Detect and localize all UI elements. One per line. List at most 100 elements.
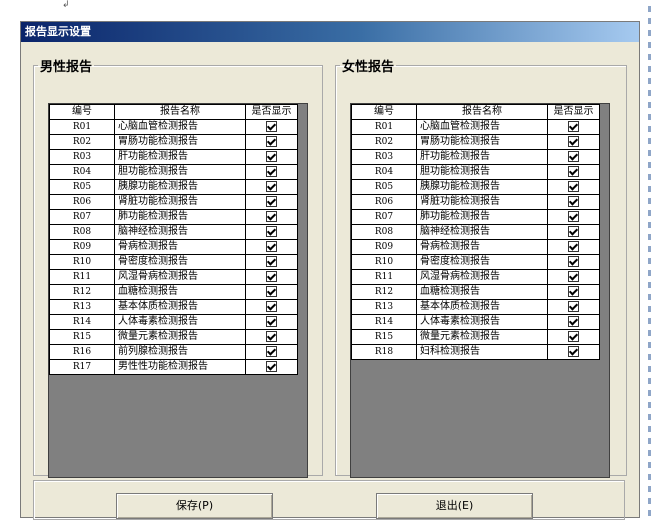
table-row[interactable]: R03 肝功能检测报告	[49, 149, 298, 165]
report-id-cell: R16	[49, 344, 115, 360]
female-report-grid[interactable]: 编号 报告名称 是否显示 R01 心脑血管检测报告 R02 胃肠功能检测报告 R03 肝功…	[350, 103, 610, 478]
show-checkbox[interactable]	[266, 210, 277, 222]
table-row[interactable]: R09 骨病检测报告	[49, 239, 298, 255]
show-checkbox[interactable]	[568, 210, 579, 222]
table-row[interactable]: R07 肺功能检测报告	[351, 209, 600, 225]
female-header-id[interactable]: 编号	[351, 104, 417, 120]
show-cell	[245, 284, 298, 300]
show-checkbox[interactable]	[568, 270, 579, 282]
table-row[interactable]: R10 骨密度检测报告	[351, 254, 600, 270]
table-row[interactable]: R04 胆功能检测报告	[351, 164, 600, 180]
show-cell	[547, 314, 600, 330]
show-checkbox[interactable]	[266, 180, 277, 192]
show-checkbox[interactable]	[568, 255, 579, 267]
show-cell	[547, 164, 600, 180]
report-id-cell: R01	[49, 119, 115, 135]
male-header-show[interactable]: 是否显示	[245, 104, 298, 120]
female-header-name[interactable]: 报告名称	[416, 104, 548, 120]
report-name-cell: 心脑血管检测报告	[416, 119, 548, 135]
table-row[interactable]: R10 骨密度检测报告	[49, 254, 298, 270]
show-checkbox[interactable]	[568, 180, 579, 192]
table-row[interactable]: R18 妇科检测报告	[351, 344, 600, 360]
report-id-cell: R10	[49, 254, 115, 270]
table-row[interactable]: R06 肾脏功能检测报告	[49, 194, 298, 210]
show-checkbox[interactable]	[266, 360, 277, 372]
table-row[interactable]: R01 心脑血管检测报告	[351, 119, 600, 135]
show-checkbox[interactable]	[568, 165, 579, 177]
table-row[interactable]: R12 血糖检测报告	[49, 284, 298, 300]
table-row[interactable]: R05 胰腺功能检测报告	[49, 179, 298, 195]
show-checkbox[interactable]	[266, 225, 277, 237]
show-checkbox[interactable]	[568, 285, 579, 297]
show-checkbox[interactable]	[266, 255, 277, 267]
show-checkbox[interactable]	[568, 120, 579, 132]
show-checkbox[interactable]	[266, 135, 277, 147]
table-row[interactable]: R08 脑神经检测报告	[351, 224, 600, 240]
report-id-cell: R02	[49, 134, 115, 150]
report-id-cell: R03	[351, 149, 417, 165]
show-checkbox[interactable]	[568, 240, 579, 252]
show-checkbox[interactable]	[568, 315, 579, 327]
show-cell	[245, 299, 298, 315]
show-checkbox[interactable]	[266, 285, 277, 297]
show-checkbox[interactable]	[266, 270, 277, 282]
show-cell	[245, 344, 298, 360]
table-row[interactable]: R06 肾脏功能检测报告	[351, 194, 600, 210]
show-checkbox[interactable]	[266, 240, 277, 252]
table-row[interactable]: R13 基本体质检测报告	[351, 299, 600, 315]
male-report-grid[interactable]: 编号 报告名称 是否显示 R01 心脑血管检测报告 R02 胃肠功能检测报告 R03 肝功…	[48, 103, 308, 478]
report-id-cell: R07	[351, 209, 417, 225]
show-checkbox[interactable]	[568, 345, 579, 357]
show-cell	[547, 299, 600, 315]
table-row[interactable]: R03 肝功能检测报告	[351, 149, 600, 165]
show-cell	[245, 314, 298, 330]
table-row[interactable]: R14 人体毒素检测报告	[49, 314, 298, 330]
male-header-name[interactable]: 报告名称	[114, 104, 246, 120]
table-row[interactable]: R15 微量元素检测报告	[351, 329, 600, 345]
table-row[interactable]: R09 骨病检测报告	[351, 239, 600, 255]
show-checkbox[interactable]	[568, 195, 579, 207]
show-checkbox[interactable]	[568, 150, 579, 162]
table-row[interactable]: R11 风湿骨病检测报告	[49, 269, 298, 285]
show-checkbox[interactable]	[266, 195, 277, 207]
table-row[interactable]: R12 血糖检测报告	[351, 284, 600, 300]
table-row[interactable]: R14 人体毒素检测报告	[351, 314, 600, 330]
show-cell	[245, 119, 298, 135]
male-header-id[interactable]: 编号	[49, 104, 115, 120]
table-row[interactable]: R13 基本体质检测报告	[49, 299, 298, 315]
table-row[interactable]: R11 风湿骨病检测报告	[351, 269, 600, 285]
show-checkbox[interactable]	[266, 165, 277, 177]
table-row[interactable]: R16 前列腺检测报告	[49, 344, 298, 360]
report-id-cell: R04	[351, 164, 417, 180]
show-checkbox[interactable]	[266, 315, 277, 327]
table-row[interactable]: R08 脑神经检测报告	[49, 224, 298, 240]
show-cell	[547, 149, 600, 165]
report-name-cell: 骨密度检测报告	[114, 254, 246, 270]
table-row[interactable]: R02 胃肠功能检测报告	[49, 134, 298, 150]
show-checkbox[interactable]	[568, 330, 579, 342]
table-row[interactable]: R05 胰腺功能检测报告	[351, 179, 600, 195]
show-checkbox[interactable]	[568, 135, 579, 147]
female-header-show[interactable]: 是否显示	[547, 104, 600, 120]
show-checkbox[interactable]	[266, 150, 277, 162]
table-row[interactable]: R04 胆功能检测报告	[49, 164, 298, 180]
show-checkbox[interactable]	[266, 330, 277, 342]
show-checkbox[interactable]	[266, 345, 277, 357]
exit-button[interactable]: 退出(E)	[376, 493, 533, 519]
report-id-cell: R13	[49, 299, 115, 315]
table-row[interactable]: R02 胃肠功能检测报告	[351, 134, 600, 150]
show-checkbox[interactable]	[266, 120, 277, 132]
table-row[interactable]: R01 心脑血管检测报告	[49, 119, 298, 135]
save-button[interactable]: 保存(P)	[116, 493, 273, 519]
show-checkbox[interactable]	[568, 225, 579, 237]
show-checkbox[interactable]	[568, 300, 579, 312]
table-row[interactable]: R07 肺功能检测报告	[49, 209, 298, 225]
report-id-cell: R01	[351, 119, 417, 135]
paragraph-mark: ↲	[62, 0, 70, 10]
show-checkbox[interactable]	[266, 300, 277, 312]
show-cell	[547, 329, 600, 345]
report-name-cell: 胰腺功能检测报告	[114, 179, 246, 195]
table-row[interactable]: R17 男性性功能检测报告	[49, 359, 298, 375]
report-id-cell: R11	[351, 269, 417, 285]
table-row[interactable]: R15 微量元素检测报告	[49, 329, 298, 345]
